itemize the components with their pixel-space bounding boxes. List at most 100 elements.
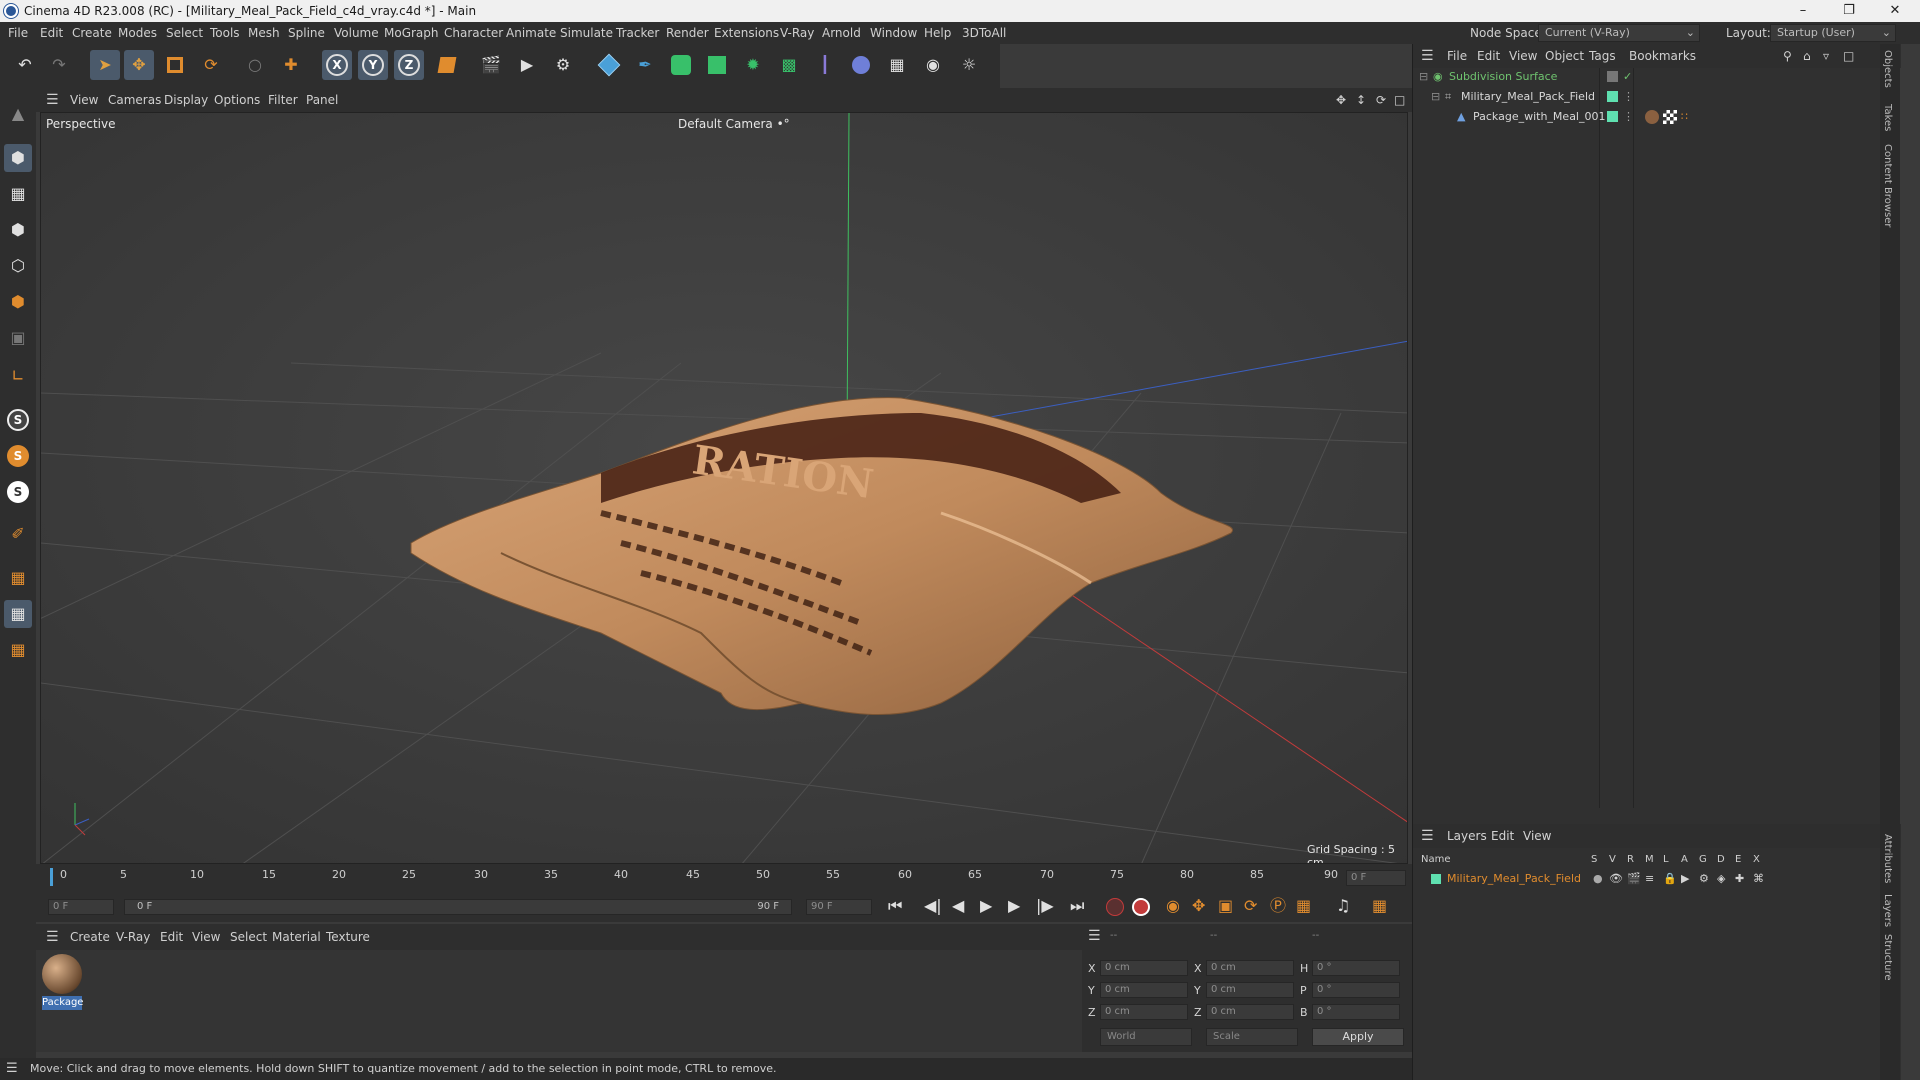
viewport-menu-cameras[interactable]: Cameras: [108, 88, 161, 112]
deformer-button[interactable]: ┃: [810, 50, 840, 80]
viewport-menu-display[interactable]: Display: [164, 88, 208, 112]
coord-system-dropdown[interactable]: World: [1100, 1028, 1192, 1046]
move-tool-button[interactable]: ✥: [124, 50, 154, 80]
manager-icon[interactable]: ≡: [1645, 870, 1654, 888]
layer-menu-view[interactable]: View: [1523, 824, 1551, 848]
menu-tools[interactable]: Tools: [210, 22, 240, 44]
autokey-icon[interactable]: [1132, 898, 1150, 916]
menu-window[interactable]: Window: [870, 22, 917, 44]
key-pla-icon[interactable]: ▦: [1296, 898, 1311, 914]
apply-button[interactable]: Apply: [1312, 1028, 1404, 1046]
expand-icon[interactable]: ⊟: [1431, 88, 1440, 106]
motion-path-icon[interactable]: ♫: [1336, 898, 1350, 914]
model-mode-button[interactable]: ⬢: [4, 144, 32, 172]
points-mode-button[interactable]: ⬢: [4, 216, 32, 244]
side-tab-content-browser[interactable]: Content Browser: [1882, 144, 1893, 227]
planar-workplane-button[interactable]: ▦: [4, 636, 32, 664]
go-to-start-icon[interactable]: ⏮: [888, 898, 902, 914]
material-menu-texture[interactable]: Texture: [326, 924, 370, 950]
layout-dropdown[interactable]: Startup (User) ⌄: [1770, 24, 1896, 42]
menu-simulate[interactable]: Simulate: [560, 22, 613, 44]
snap-s-button[interactable]: S: [4, 406, 32, 434]
object-menu-bookmarks[interactable]: Bookmarks: [1629, 44, 1696, 68]
layer-color-icon[interactable]: [1607, 71, 1618, 82]
lock-icon[interactable]: 🔒: [1663, 870, 1677, 888]
layer-row[interactable]: Military_Meal_Pack_Field ● 👁 🎬 ≡ 🔒 ▶ ⚙ ◈…: [1417, 870, 1881, 888]
animation-icon[interactable]: ▶: [1681, 870, 1689, 888]
deformers-icon[interactable]: ◈: [1717, 870, 1725, 888]
rotation-h-field[interactable]: 0 °: [1312, 960, 1400, 976]
record-keys-icon[interactable]: [1106, 898, 1124, 916]
go-to-end-icon[interactable]: ⏭: [1070, 898, 1084, 914]
home-icon[interactable]: ⌂: [1803, 44, 1811, 68]
menu-vray[interactable]: V-Ray: [780, 22, 814, 44]
3d-viewport[interactable]: RATION Perspective Default Camera •° Gri…: [40, 112, 1408, 864]
hamburger-icon[interactable]: ☰: [46, 88, 59, 112]
magnet-button[interactable]: ✐: [4, 520, 32, 548]
pen-spline-button[interactable]: ✒: [630, 50, 660, 80]
side-tab-attributes[interactable]: Attributes: [1882, 834, 1893, 883]
object-row-package-with-meal[interactable]: ▲ Package_with_Meal_001 ⋮ ∷: [1417, 108, 1877, 126]
viewport-menu-view[interactable]: View: [70, 88, 98, 112]
rotation-p-field[interactable]: 0 °: [1312, 982, 1400, 998]
position-y-field[interactable]: 0 cm: [1100, 982, 1188, 998]
workplane-grid-button[interactable]: ▦: [4, 564, 32, 592]
x-axis-lock-button[interactable]: X: [322, 50, 352, 80]
side-tab-objects[interactable]: Objects: [1882, 50, 1893, 88]
material-menu-edit[interactable]: Edit: [160, 924, 183, 950]
previous-key-icon[interactable]: ◀|: [924, 898, 942, 914]
menu-spline[interactable]: Spline: [288, 22, 325, 44]
layer-menu-layers[interactable]: Layers: [1447, 824, 1487, 848]
maximize-button[interactable]: ❐: [1826, 0, 1872, 22]
eye-icon[interactable]: 👁: [1609, 870, 1623, 888]
material-menu-select[interactable]: Select: [230, 924, 267, 950]
make-editable-button[interactable]: ▲: [4, 100, 32, 128]
next-frame-icon[interactable]: ▶: [1008, 898, 1020, 914]
position-x-field[interactable]: 0 cm: [1100, 960, 1188, 976]
solo-icon[interactable]: ●: [1593, 870, 1603, 888]
hamburger-icon[interactable]: ☰: [1421, 824, 1434, 848]
close-button[interactable]: ✕: [1872, 0, 1918, 22]
material-menu-material[interactable]: Material: [272, 924, 321, 950]
hamburger-icon[interactable]: ☰: [6, 1058, 18, 1080]
layer-color-swatch[interactable]: [1431, 874, 1441, 884]
render-view-button[interactable]: 🎬: [476, 50, 506, 80]
menu-create[interactable]: Create: [72, 22, 112, 44]
field-button[interactable]: [846, 50, 876, 80]
menu-animate[interactable]: Animate: [506, 22, 556, 44]
expand-icon[interactable]: ⊟: [1419, 68, 1428, 86]
render-icon[interactable]: 🎬: [1627, 870, 1641, 888]
y-axis-lock-button[interactable]: Y: [358, 50, 388, 80]
menu-select[interactable]: Select: [166, 22, 203, 44]
live-selection-button[interactable]: ➤: [90, 50, 120, 80]
key-rotation-icon[interactable]: ⟳: [1244, 898, 1257, 914]
camera-button[interactable]: ◉: [918, 50, 948, 80]
search-icon[interactable]: ⚲: [1783, 44, 1792, 68]
undo-button[interactable]: ↶: [10, 50, 40, 80]
subdivision-button[interactable]: [666, 50, 696, 80]
node-space-dropdown[interactable]: Current (V-Ray) ⌄: [1538, 24, 1700, 42]
menu-edit[interactable]: Edit: [40, 22, 63, 44]
check-icon[interactable]: ✓: [1623, 68, 1632, 86]
viewport-menu-panel[interactable]: Panel: [306, 88, 338, 112]
material-menu-vray[interactable]: V-Ray: [116, 924, 150, 950]
camera-label[interactable]: Default Camera •°: [678, 117, 790, 131]
floor-button[interactable]: ▦: [882, 50, 912, 80]
generators-icon[interactable]: ⚙: [1699, 870, 1709, 888]
recent-tool-button[interactable]: ○: [240, 50, 270, 80]
create-null-button[interactable]: ✚: [276, 50, 306, 80]
timeline-layout-icon[interactable]: ▦: [1372, 898, 1387, 914]
layer-menu-edit[interactable]: Edit: [1491, 824, 1514, 848]
menu-render[interactable]: Render: [666, 22, 709, 44]
workplane-button[interactable]: ∟: [4, 362, 32, 390]
start-frame-field[interactable]: 0 F: [48, 899, 114, 915]
cube-button[interactable]: [594, 50, 624, 80]
layer-color-icon[interactable]: [1607, 111, 1618, 122]
cloner-button[interactable]: ✹: [738, 50, 768, 80]
snap-3-button[interactable]: S: [4, 478, 32, 506]
viewport-menu-filter[interactable]: Filter: [268, 88, 298, 112]
redo-button[interactable]: ↷: [44, 50, 74, 80]
object-menu-edit[interactable]: Edit: [1477, 44, 1500, 68]
uvw-tag-icon[interactable]: [1663, 110, 1677, 124]
menu-modes[interactable]: Modes: [118, 22, 157, 44]
